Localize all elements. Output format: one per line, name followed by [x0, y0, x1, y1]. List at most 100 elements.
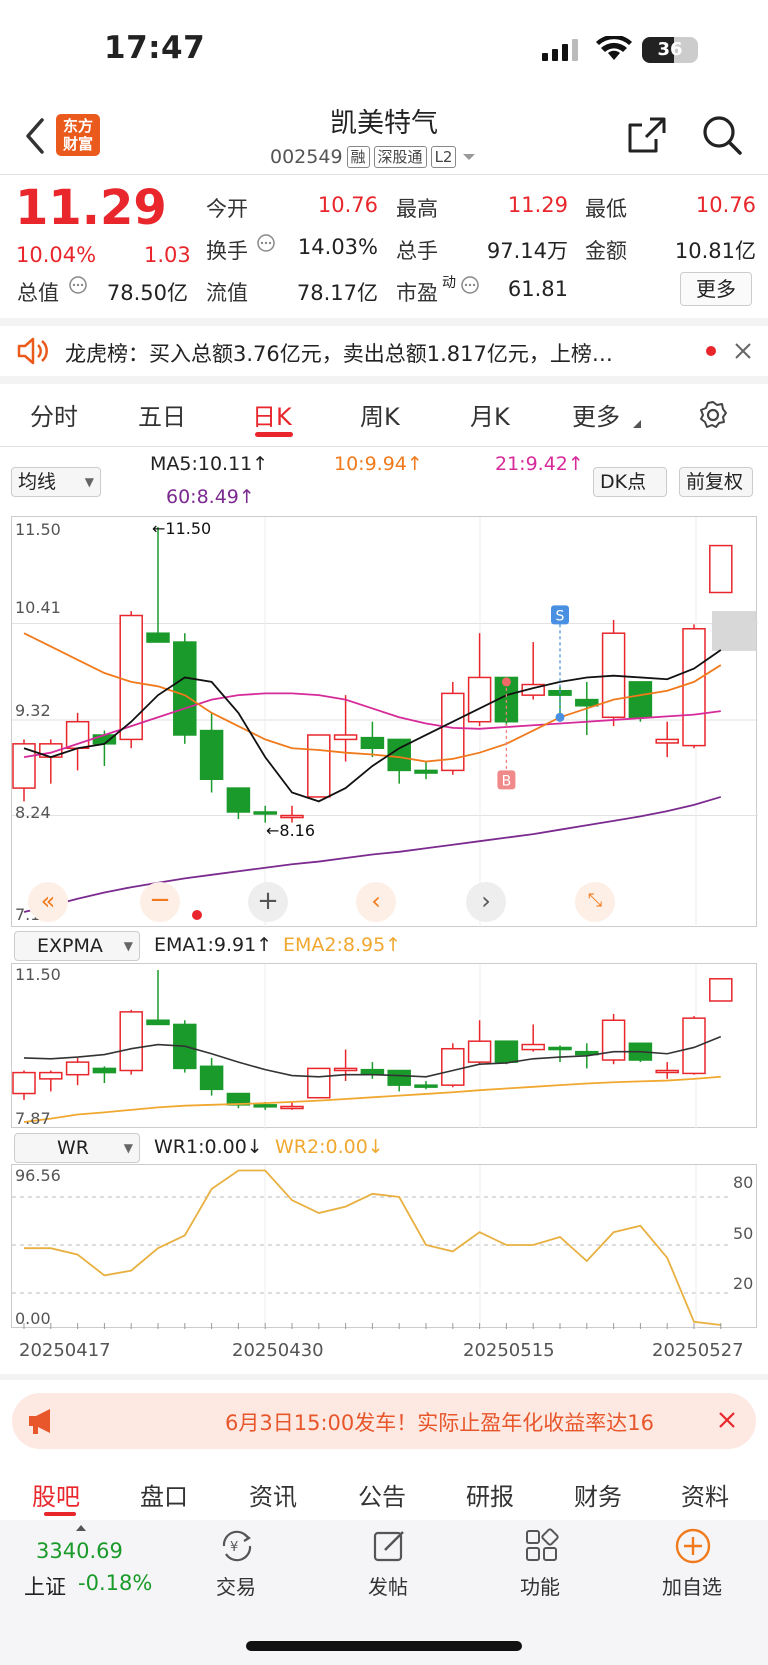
open-value: 10.76 [317, 193, 378, 217]
candle-body [199, 1065, 224, 1091]
zoom-in-button[interactable]: + [248, 882, 288, 922]
index-change[interactable]: -0.18% [78, 1571, 152, 1595]
axis-tick: 0.00 [15, 1309, 51, 1328]
ema2-line [23, 1075, 721, 1123]
date-label: 20250430 [232, 1340, 324, 1361]
info-icon[interactable] [68, 275, 88, 295]
index-name[interactable]: 上证 [24, 1571, 66, 1601]
pe-superscript: 动 [442, 275, 456, 291]
tab-daily-k[interactable]: 日K [252, 397, 292, 432]
close-icon[interactable] [734, 342, 752, 360]
gear-icon[interactable] [698, 400, 728, 430]
sell-marker-label: S [556, 608, 565, 624]
tab-five-day[interactable]: 五日 [138, 397, 186, 432]
candle-body [655, 1069, 679, 1074]
share-icon[interactable] [626, 115, 668, 155]
post-icon[interactable] [372, 1528, 408, 1564]
wr-chart[interactable] [11, 1164, 757, 1329]
tab-active-indicator [255, 432, 293, 437]
fullscreen-button[interactable]: ⤡ [575, 882, 615, 922]
status-time: 17:47 [104, 30, 206, 66]
zoom-out-button[interactable]: − [140, 882, 180, 922]
candle-body [709, 544, 733, 594]
axis-tick: 96.56 [15, 1166, 61, 1185]
candle-body [253, 811, 277, 815]
main-indicator-select[interactable]: 均线 ▼ [11, 467, 101, 497]
info-icon[interactable] [256, 233, 276, 253]
volume-label: 总手 [396, 239, 438, 263]
date-label: 20250515 [463, 1340, 555, 1361]
tab-order-book[interactable]: 盘口 [140, 1477, 188, 1512]
search-icon[interactable] [700, 113, 744, 157]
tab-research[interactable]: 研报 [466, 1477, 514, 1512]
candle-body [601, 1019, 626, 1061]
candle-body [146, 1019, 170, 1026]
tab-forum[interactable]: 股吧 [32, 1477, 80, 1512]
candle-body [387, 1069, 411, 1086]
nav-add-watchlist[interactable]: 加自选 [642, 1571, 742, 1600]
ema2-value: EMA2:8.95↑ [283, 934, 402, 956]
add-watchlist-icon[interactable] [674, 1527, 712, 1565]
candle-body [39, 1071, 63, 1080]
high-label: 最高 [396, 197, 438, 221]
nav-function[interactable]: 功能 [490, 1571, 590, 1600]
axis-tick: 9.32 [15, 701, 51, 720]
tab-weekly-k[interactable]: 周K [360, 397, 400, 432]
next-button[interactable]: › [466, 882, 506, 922]
tab-profile[interactable]: 资料 [681, 1477, 729, 1512]
promo-text[interactable]: 6月3日15:00发车！实际止盈年化收益率达16 [225, 1407, 705, 1437]
close-icon[interactable] [718, 1411, 736, 1429]
home-indicator [246, 1641, 522, 1651]
nav-post[interactable]: 发帖 [338, 1571, 438, 1600]
buy-marker-label: B [502, 773, 512, 789]
caret-up-icon[interactable] [75, 1524, 87, 1532]
tab-announcements[interactable]: 公告 [358, 1477, 406, 1512]
candle-body [467, 1040, 492, 1063]
candle-body [253, 1104, 277, 1108]
adjust-button[interactable]: 前复权 [679, 467, 753, 497]
low-label: 最低 [585, 197, 627, 221]
candle-body [467, 676, 492, 723]
axis-tick: 7.87 [15, 1109, 51, 1128]
candle-body [146, 632, 170, 643]
axis-tick: 11.50 [15, 965, 61, 984]
nav-trade[interactable]: 交易 [186, 1571, 286, 1600]
more-quote-button[interactable]: 更多 [680, 272, 752, 306]
index-value[interactable]: 3340.69 [36, 1539, 123, 1563]
sub-indicator-select-2[interactable]: WR ▼ [14, 1133, 140, 1163]
candle-body [333, 1067, 358, 1072]
trade-icon[interactable]: ¥ [218, 1528, 256, 1564]
tab-news[interactable]: 资讯 [249, 1477, 297, 1512]
dragon-tiger-notice[interactable]: 龙虎榜：买入总额3.76亿元，卖出总额1.817亿元，上榜… [65, 338, 613, 368]
tab-financials[interactable]: 财务 [574, 1477, 622, 1512]
dk-point-button[interactable]: DK点 [593, 467, 667, 497]
axis-tick: 8.24 [15, 803, 51, 822]
wifi-icon [596, 36, 632, 60]
tab-intraday[interactable]: 分时 [30, 397, 78, 432]
stock-code-row: 002549 融 深股通 L2 [270, 146, 478, 168]
candle-body [226, 787, 251, 813]
high-value: 11.29 [507, 193, 568, 217]
candle-body [360, 736, 385, 750]
max-price-label: ←11.50 [152, 519, 212, 538]
tab-monthly-k[interactable]: 月K [470, 397, 510, 432]
prev-button[interactable]: ‹ [356, 882, 396, 922]
candle-body [280, 814, 304, 819]
function-icon[interactable] [524, 1528, 560, 1564]
sub-indicator-select-1[interactable]: EXPMA ▼ [14, 931, 140, 961]
speaker-icon [17, 337, 48, 365]
kline-chart[interactable]: BS [11, 516, 758, 928]
candle-body [655, 738, 679, 744]
rewind-button[interactable]: « [28, 882, 68, 922]
amount-value: 10.81亿 [674, 239, 756, 263]
candle-body [682, 628, 706, 747]
turnover-value: 14.03% [297, 235, 378, 259]
info-icon[interactable] [460, 275, 480, 295]
min-price-label: ←8.16 [266, 821, 316, 840]
low-value: 10.76 [695, 193, 756, 217]
tab-more[interactable]: 更多 [572, 397, 620, 432]
caret-down-icon[interactable] [460, 151, 478, 163]
expma-chart[interactable] [11, 963, 757, 1129]
candle-body [494, 1040, 519, 1063]
battery-icon: 36 [642, 37, 698, 63]
